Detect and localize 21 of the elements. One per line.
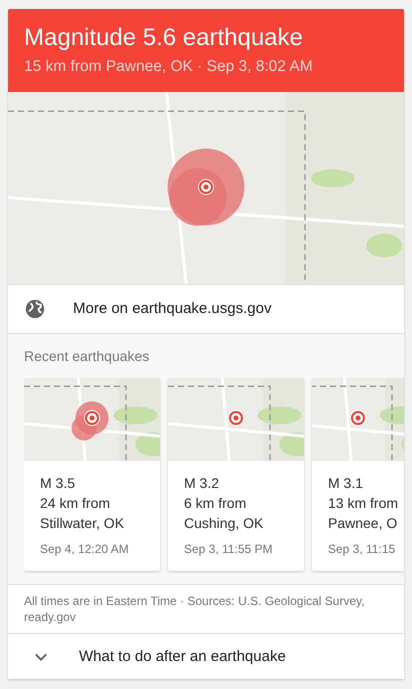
quake-card[interactable]: M 3.5 24 km from Stillwater, OK Sep 4, 12:20 AM [24, 378, 160, 572]
distance: 13 km from [328, 494, 400, 514]
distance: 6 km from [184, 494, 248, 514]
time: Sep 3, 11:15 [328, 541, 396, 558]
magnitude: M 3.5 [40, 474, 76, 494]
chevron-icon [34, 652, 48, 662]
section-heading: Recent earthquakes [24, 347, 150, 366]
title: Magnitude 5.6 earthquake [24, 23, 304, 53]
subtitle: 15 km from Pawnee, OK · Sep 3, 8:02 AM [24, 57, 314, 77]
magnitude: M 3.2 [184, 474, 220, 494]
time: Sep 3, 11:55 PM [184, 541, 274, 558]
distance: 24 km from [40, 494, 112, 514]
globe-icon [24, 298, 46, 320]
quake-card[interactable]: M 3.2 6 km from Cushing, OK Sep 3, 11:55 PM [168, 378, 304, 572]
expand-button[interactable]: What to do after an earthquake [8, 633, 404, 680]
place: Pawnee, O [328, 514, 398, 534]
quake-card[interactable]: M 3.1 13 km from Pawnee, O Sep 3, 11:15 [312, 378, 404, 572]
time: Sep 4, 12:20 AM [40, 541, 130, 558]
magnitude: M 3.1 [328, 474, 364, 494]
place: Stillwater, OK [40, 514, 126, 534]
place: Cushing, OK [184, 514, 264, 534]
